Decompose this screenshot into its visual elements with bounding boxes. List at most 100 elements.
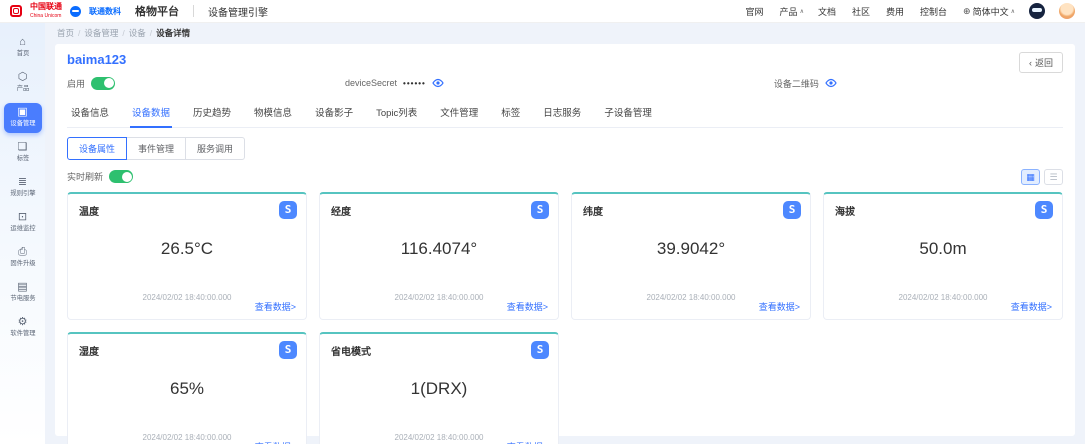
monitor-icon: ⊡: [18, 212, 27, 223]
firmware-icon: ⎙: [18, 247, 27, 258]
sidebar-item[interactable]: ⊡ 运维监控: [4, 208, 42, 238]
device-tabs: 设备信息 设备数据 历史趋势 物模信息 设备影子 Topic列表 文件管理 标签…: [67, 101, 1063, 128]
device-tab[interactable]: 日志服务: [541, 101, 583, 127]
power-save-icon: ▤: [17, 282, 27, 293]
language-selector[interactable]: ⊕ 简体中文 ∧: [963, 5, 1015, 18]
china-unicom-logo-icon: [10, 5, 22, 17]
shadow-data-icon[interactable]: S: [279, 341, 297, 359]
sidebar-item[interactable]: ❏ 标签: [4, 138, 42, 168]
assistant-avatar[interactable]: [1029, 3, 1045, 19]
shadow-data-icon[interactable]: S: [531, 201, 549, 219]
data-subtab[interactable]: 事件管理: [126, 137, 186, 160]
header-nav-item-label: 控制台: [920, 5, 947, 18]
sidebar-item[interactable]: ⬡ 产品: [4, 68, 42, 98]
device-detail-panel: baima123 ‹ 返回 启用 deviceSecret ••••••: [55, 44, 1075, 436]
view-data-link[interactable]: 查看数据>: [1011, 300, 1052, 313]
breadcrumb-item[interactable]: 首页: [57, 27, 80, 39]
platform-title: 格物平台: [135, 3, 179, 19]
sidebar-item[interactable]: ⌂ 首页: [4, 33, 42, 63]
list-view-icon: ☰: [1049, 172, 1057, 182]
property-card-title: 温度: [79, 203, 295, 218]
sidebar-item[interactable]: ⎙ 固件升级: [4, 243, 42, 273]
header-nav-item-label: 产品: [780, 5, 798, 18]
china-unicom-logo-text: 中国联通 China Unicom: [30, 3, 62, 20]
header-nav-item[interactable]: 产品 ∧: [780, 5, 804, 18]
device-tab[interactable]: 标签: [499, 101, 522, 127]
china-unicom-subtitle: China Unicom: [30, 13, 61, 19]
sidebar-item-label: 首页: [16, 50, 29, 57]
header-nav-item[interactable]: 控制台: [920, 5, 949, 18]
view-data-link[interactable]: 查看数据>: [255, 440, 296, 444]
show-qrcode-eye-icon[interactable]: [825, 78, 837, 88]
sidebar-item-label: 标签: [16, 155, 29, 162]
breadcrumb-item-label: 设备详情: [156, 28, 190, 38]
list-view-button[interactable]: ☰: [1044, 169, 1063, 185]
sidebar-item[interactable]: ▤ 节电服务: [4, 278, 42, 308]
breadcrumb-item[interactable]: 设备详情: [156, 27, 190, 39]
enable-group: 启用: [67, 77, 115, 90]
device-control-row: 启用 deviceSecret •••••• 设备二维码: [67, 75, 1063, 91]
globe-icon: ⊕: [963, 6, 971, 17]
view-data-link[interactable]: 查看数据>: [759, 300, 800, 313]
view-data-link[interactable]: 查看数据>: [507, 300, 548, 313]
shadow-data-icon[interactable]: S: [783, 201, 801, 219]
china-unicom-title: 中国联通: [30, 2, 62, 11]
header-nav-item[interactable]: 费用: [886, 5, 906, 18]
breadcrumb-item-label: 设备: [129, 28, 146, 38]
sidebar-item[interactable]: ▣ 设备管理: [4, 103, 42, 133]
device-tab[interactable]: 设备数据: [130, 101, 172, 128]
top-header: 中国联通 China Unicom 联通数科 格物平台 设备管理引擎 官网 产品…: [0, 0, 1085, 23]
sidebar-item-label: 运维监控: [10, 225, 35, 232]
property-card-title: 经度: [331, 203, 547, 218]
device-secret-group: deviceSecret ••••••: [345, 78, 444, 88]
header-nav-item-label: 官网: [746, 5, 764, 18]
property-card: 温度 S 26.5°C 2024/02/02 18:40:00.000 查看数据…: [67, 192, 307, 320]
breadcrumb-item[interactable]: 设备管理: [84, 27, 124, 39]
back-button-label: 返回: [1035, 56, 1053, 69]
view-data-link[interactable]: 查看数据>: [507, 440, 548, 444]
property-card-title: 省电模式: [331, 343, 547, 358]
shadow-data-icon[interactable]: S: [1035, 201, 1053, 219]
sidebar-item[interactable]: ⚙ 软件管理: [4, 313, 42, 343]
device-tab[interactable]: Topic列表: [374, 101, 419, 127]
breadcrumb-item-label: 设备管理: [84, 28, 118, 38]
data-subtab[interactable]: 服务调用: [185, 137, 245, 160]
rule-engine-icon: ≣: [18, 177, 27, 188]
data-subtab[interactable]: 设备属性: [67, 137, 127, 160]
show-secret-eye-icon[interactable]: [432, 78, 444, 88]
view-data-link[interactable]: 查看数据>: [255, 300, 296, 313]
property-card: 湿度 S 65% 2024/02/02 18:40:00.000 查看数据>: [67, 332, 307, 444]
realtime-refresh-label: 实时刷新: [67, 170, 103, 183]
enable-label: 启用: [67, 77, 85, 90]
shadow-data-icon[interactable]: S: [279, 201, 297, 219]
device-tab[interactable]: 设备影子: [313, 101, 355, 127]
property-cards-grid: 温度 S 26.5°C 2024/02/02 18:40:00.000 查看数据…: [67, 192, 1063, 444]
user-avatar[interactable]: [1059, 3, 1075, 19]
device-tab[interactable]: 物模信息: [252, 101, 294, 127]
device-tab[interactable]: 历史趋势: [191, 101, 233, 127]
header-nav-item[interactable]: 官网: [746, 5, 766, 18]
grid-view-button[interactable]: ▦: [1021, 169, 1040, 185]
device-tab[interactable]: 子设备管理: [602, 101, 654, 127]
header-nav-items: 官网 产品 ∧ 文档 社区 费用 控制台: [746, 5, 950, 18]
back-button[interactable]: ‹ 返回: [1019, 52, 1063, 73]
engine-title: 设备管理引擎: [208, 4, 268, 19]
header-nav-item[interactable]: 文档: [818, 5, 838, 18]
device-name: baima123: [67, 52, 1063, 67]
breadcrumb-item[interactable]: 设备: [129, 27, 152, 39]
property-card: 省电模式 S 1(DRX) 2024/02/02 18:40:00.000 查看…: [319, 332, 559, 444]
device-tab[interactable]: 设备信息: [69, 101, 111, 127]
unicom-digital-logo-icon: [70, 6, 81, 17]
sidebar-item[interactable]: ≣ 规则引擎: [4, 173, 42, 203]
shadow-data-icon[interactable]: S: [531, 341, 549, 359]
device-manage-icon: ▣: [17, 107, 27, 118]
sidebar: ⌂ 首页 ⬡ 产品 ▣ 设备管理 ❏ 标签 ≣ 规则引擎 ⊡ 运维监控 ⎙ 固件…: [0, 23, 45, 444]
enable-toggle[interactable]: [91, 77, 115, 90]
realtime-refresh-toggle[interactable]: [109, 170, 133, 183]
property-card-title: 纬度: [583, 203, 799, 218]
sidebar-item-label: 固件升级: [10, 260, 35, 267]
breadcrumb: 首页 设备管理 设备 设备详情: [45, 23, 1085, 42]
device-tab[interactable]: 文件管理: [438, 101, 480, 127]
header-nav-item[interactable]: 社区: [852, 5, 872, 18]
sidebar-item-label: 设备管理: [10, 120, 35, 127]
